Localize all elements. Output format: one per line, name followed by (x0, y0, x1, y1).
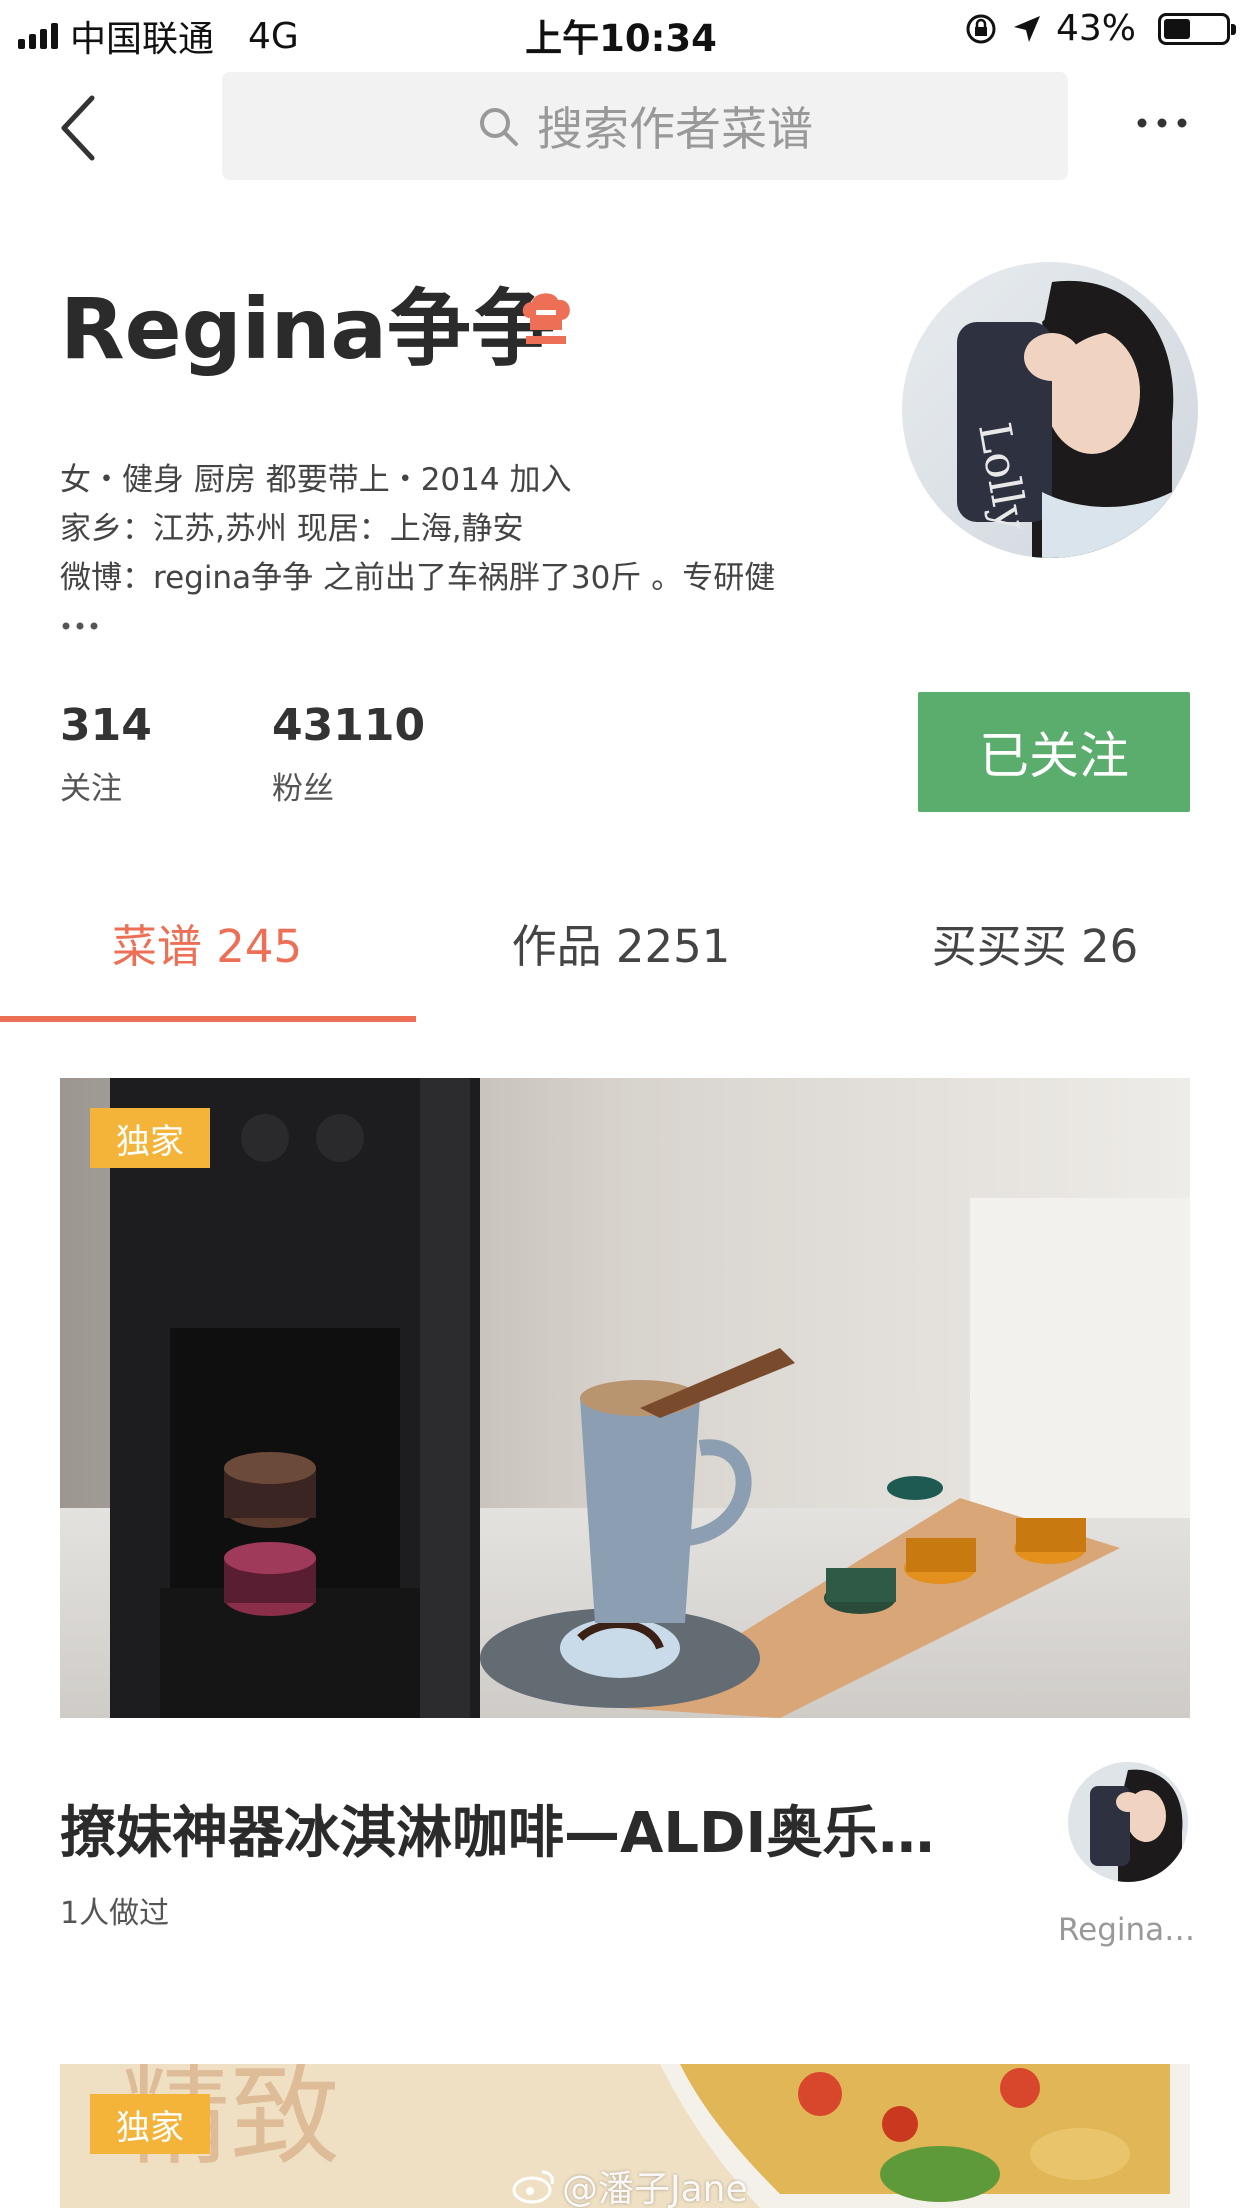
tab-indicator (0, 1016, 416, 1022)
chevron-left-icon (61, 95, 95, 161)
battery-level (1164, 18, 1190, 39)
more-dots-icon (1137, 118, 1187, 128)
recipe-title[interactable]: 撩妹神器冰淇淋咖啡—ALDI奥乐… (60, 1788, 960, 1869)
exclusive-tag: 独家 (90, 1108, 210, 1168)
chef-hat-icon (522, 293, 570, 344)
recipe-image[interactable]: 独家 (60, 1078, 1190, 1718)
followers-stat[interactable]: 43110 粉丝 (272, 700, 425, 808)
profile-name: Regina争争 (60, 280, 556, 378)
following-count: 314 (60, 700, 152, 751)
search-placeholder: 搜索作者菜谱 (537, 102, 813, 156)
recipe-cooked-count: 1人做过 (60, 1896, 170, 1931)
tab-bar: 菜谱 245 作品 2251 买买买 26 (0, 862, 1242, 1022)
profile-avatar[interactable]: Lolly (902, 262, 1198, 558)
bio-expand-button[interactable] (60, 616, 110, 636)
tab-works[interactable]: 作品 2251 (414, 862, 828, 1022)
back-button[interactable] (50, 88, 110, 168)
location-arrow-icon (1013, 15, 1040, 42)
bio-line: 女・健身 厨房 都要带上・2014 加入 (60, 462, 572, 498)
author-name[interactable]: Regina… (1058, 1912, 1195, 1948)
bio-line: 家乡：江苏,苏州 现居：上海,静安 (60, 511, 524, 547)
watermark: @潘子Jane (512, 2160, 748, 2208)
author-avatar[interactable] (1068, 1762, 1188, 1882)
more-button[interactable] (1132, 108, 1192, 138)
search-icon (480, 108, 518, 146)
bio-line: 微博：regina争争 之前出了车祸胖了30斤 。专研健 (60, 560, 776, 596)
rotation-lock-icon (966, 14, 996, 43)
status-bar: 中国联通 4G 上午10:34 43% (0, 0, 1242, 60)
ellipsis-icon (62, 622, 98, 630)
exclusive-tag: 独家 (90, 2094, 210, 2154)
battery-icon (1158, 12, 1236, 45)
followers-count: 43110 (272, 700, 426, 751)
search-input[interactable]: 搜索作者菜谱 (222, 72, 1068, 180)
weibo-logo-icon (512, 2170, 554, 2204)
tab-shopping[interactable]: 买买买 26 (828, 862, 1242, 1022)
battery-percent: 43% (1055, 8, 1136, 49)
app-screen: 中国联通 4G 上午10:34 43% 搜索作者菜谱 Regina争争 Loll… (0, 0, 1242, 2208)
following-label: 关注 (60, 771, 122, 807)
followers-label: 粉丝 (272, 771, 334, 807)
tab-recipes[interactable]: 菜谱 245 (0, 862, 414, 1022)
profile-bio: 女・健身 厨房 都要带上・2014 加入 家乡：江苏,苏州 现居：上海,静安 微… (60, 456, 860, 603)
follow-button[interactable]: 已关注 (918, 692, 1190, 812)
following-stat[interactable]: 314 关注 (60, 700, 152, 808)
watermark-text: @潘子Jane (562, 2169, 748, 2208)
